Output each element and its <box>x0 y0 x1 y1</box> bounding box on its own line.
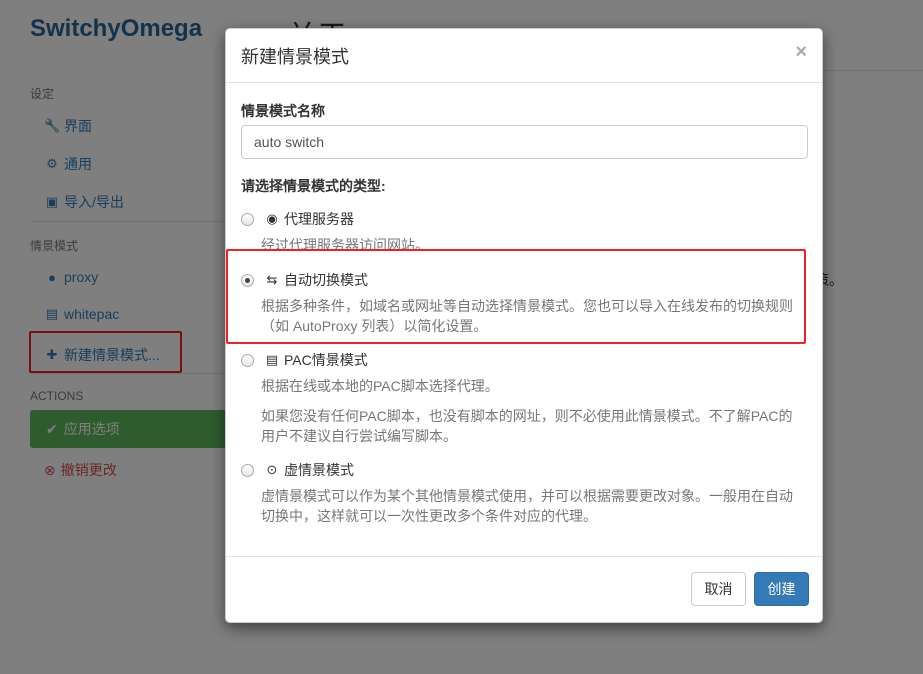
modal-footer: 取消 创建 <box>226 556 822 622</box>
close-button[interactable]: × <box>795 41 807 64</box>
create-button[interactable]: 创建 <box>754 572 809 606</box>
radio-pac[interactable] <box>241 353 254 367</box>
option-description: 虚情景模式可以作为某个其他情景模式使用，并可以根据需要更改对象。一般用在自动切换… <box>261 488 793 524</box>
cancel-button[interactable]: 取消 <box>691 572 746 606</box>
radio-virtual[interactable] <box>241 463 254 477</box>
virtual-icon: ⊙ <box>266 462 278 477</box>
profile-name-input[interactable] <box>241 125 808 159</box>
option-description-extra: 如果您没有任何PAC脚本，也没有脚本的网址，则不必使用此情景模式。不了解PAC的… <box>261 408 793 444</box>
option-label[interactable]: PAC情景模式 <box>284 350 368 370</box>
modal-title: 新建情景模式 <box>241 47 349 67</box>
new-profile-dialog: 新建情景模式 × 情景模式名称 请选择情景模式的类型: ◉ 代理服务器 经过代理… <box>225 28 823 623</box>
profile-type-label: 请选择情景模式的类型: <box>241 178 386 194</box>
file-icon: ▤ <box>265 352 279 367</box>
globe-icon: ◉ <box>266 211 278 226</box>
option-label[interactable]: 代理服务器 <box>284 209 354 229</box>
option-pac: ▤ PAC情景模式 根据在线或本地的PAC脚本选择代理。 如果您没有任何PAC脚… <box>241 350 801 446</box>
modal-header: 新建情景模式 × <box>226 29 822 83</box>
option-description: 根据在线或本地的PAC脚本选择代理。 <box>261 378 499 394</box>
option-virtual: ⊙ 虚情景模式 虚情景模式可以作为某个其他情景模式使用，并可以根据需要更改对象。… <box>241 460 801 526</box>
radio-proxy-server[interactable] <box>241 212 254 226</box>
option-label[interactable]: 虚情景模式 <box>284 460 354 480</box>
profile-name-label: 情景模式名称 <box>241 103 325 119</box>
highlight-box <box>226 249 806 344</box>
